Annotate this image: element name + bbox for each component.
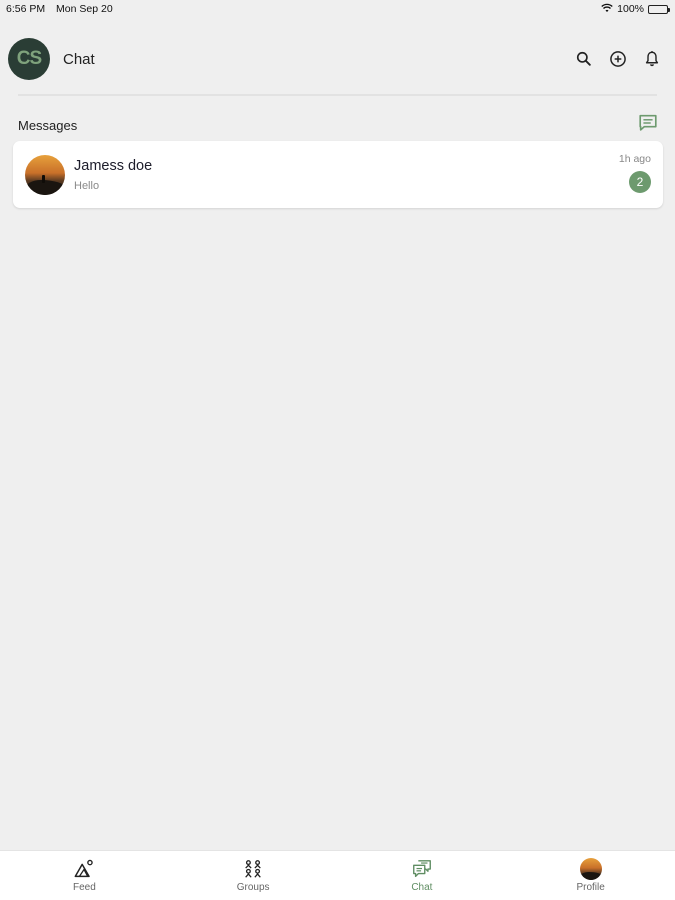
status-date: Mon Sep 20 <box>56 3 113 15</box>
battery-percent: 100% <box>617 3 644 15</box>
nav-item-profile[interactable]: Profile <box>506 851 675 900</box>
message-icon <box>639 114 657 131</box>
logo-text: CS <box>16 48 42 69</box>
contact-name: Jamess doe <box>74 157 153 174</box>
battery-icon <box>648 4 670 14</box>
avatar-person <box>42 174 45 183</box>
messages-section-header: Messages <box>18 113 659 137</box>
search-button[interactable] <box>573 48 595 70</box>
wifi-icon <box>601 3 613 16</box>
page-title: Chat <box>63 50 95 68</box>
avatar-ridge <box>25 179 65 195</box>
nav-label-chat: Chat <box>411 882 433 893</box>
status-right: 100% <box>601 3 670 16</box>
unread-badge: 2 <box>629 171 651 193</box>
chat-body: Jamess doe Hello <box>74 158 619 192</box>
mountain-icon <box>74 859 94 878</box>
chat-icon <box>412 860 431 878</box>
nav-label-profile: Profile <box>576 882 605 893</box>
nav-item-groups[interactable]: Groups <box>169 851 338 900</box>
nav-label-groups: Groups <box>236 882 270 893</box>
chat-list-item[interactable]: Jamess doe Hello 1h ago 2 <box>13 141 663 208</box>
message-preview: Hello <box>74 179 100 192</box>
header-actions <box>573 48 663 70</box>
messages-title: Messages <box>18 117 78 133</box>
bell-icon <box>645 51 659 67</box>
profile-avatar-ridge <box>579 872 602 880</box>
avatar <box>25 154 65 195</box>
add-button[interactable] <box>607 48 629 70</box>
app-header: CS Chat <box>8 37 663 81</box>
nav-label-feed: Feed <box>72 882 96 893</box>
search-icon <box>576 51 591 66</box>
bottom-nav: Feed Groups Chat Profile <box>0 850 675 900</box>
app-logo[interactable]: CS <box>8 38 50 80</box>
status-time: 6:56 PM <box>6 3 46 15</box>
nav-item-feed[interactable]: Feed <box>0 851 169 900</box>
chat-meta: 1h ago 2 <box>619 141 651 208</box>
groups-icon <box>245 860 261 878</box>
status-bar: 6:56 PM Mon Sep 20 100% <box>0 0 675 18</box>
notifications-button[interactable] <box>641 48 663 70</box>
header-divider <box>18 94 657 96</box>
new-message-button[interactable] <box>637 112 659 139</box>
profile-avatar <box>579 858 602 880</box>
plus-circle-icon <box>610 51 626 67</box>
nav-item-chat[interactable]: Chat <box>338 851 507 900</box>
status-left: 6:56 PM Mon Sep 20 <box>6 3 113 15</box>
message-time: 1h ago <box>618 153 651 165</box>
